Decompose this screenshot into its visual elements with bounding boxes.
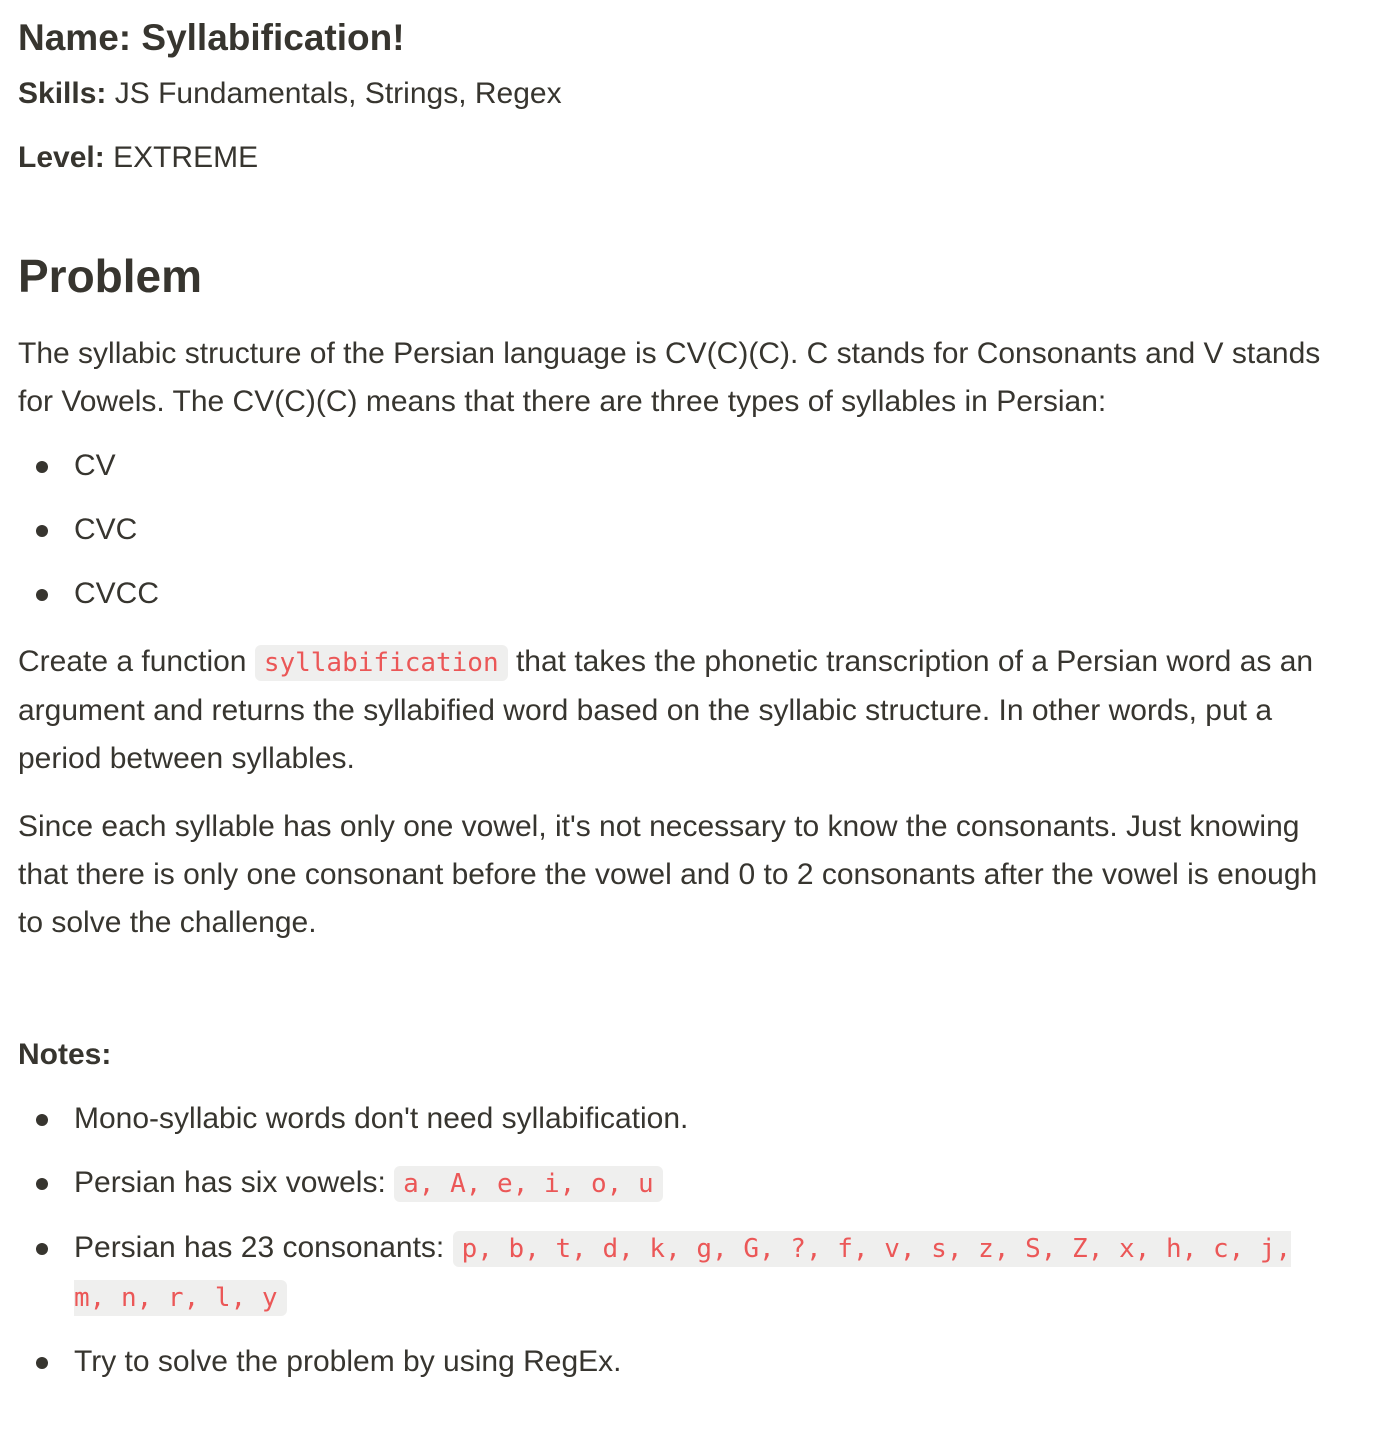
- list-item: CVC: [18, 506, 1330, 554]
- level-value: EXTREME: [113, 141, 259, 174]
- skills-line: Skills: JS Fundamentals, Strings, Regex: [18, 70, 1330, 118]
- document: Name: Syllabification! Skills: JS Fundam…: [0, 0, 1376, 1386]
- skills-label: Skills:: [18, 77, 107, 110]
- task-paragraph: Create a function syllabification that t…: [18, 638, 1330, 783]
- bullet-icon: [36, 1114, 48, 1126]
- notes-list: Mono-syllabic words don't need syllabifi…: [18, 1095, 1330, 1386]
- problem-heading: Problem: [18, 250, 203, 302]
- bullet-icon: [36, 1357, 48, 1369]
- bullet-icon: [36, 525, 48, 537]
- bullet-icon: [36, 1178, 48, 1190]
- skills-value: JS Fundamentals, Strings, Regex: [114, 77, 562, 110]
- bullet-icon: [36, 589, 48, 601]
- list-item: CVCC: [18, 570, 1330, 618]
- list-item: Persian has six vowels: a, A, e, i, o, u: [18, 1159, 1330, 1208]
- note-text: Persian has 23 consonants:: [74, 1231, 453, 1264]
- syllable-type: CV: [74, 449, 116, 482]
- hint-paragraph: Since each syllable has only one vowel, …: [18, 810, 1318, 939]
- notes-heading: Notes:: [18, 1038, 112, 1071]
- level-label: Level:: [18, 141, 105, 174]
- challenge-title: Name: Syllabification!: [18, 0, 1330, 62]
- bullet-icon: [36, 1243, 48, 1255]
- level-line: Level: EXTREME: [18, 134, 1330, 182]
- note-text: Persian has six vowels:: [74, 1166, 395, 1199]
- note-text: Mono-syllabic words don't need syllabifi…: [74, 1102, 689, 1135]
- list-item: Persian has 23 consonants: p, b, t, d, k…: [18, 1224, 1330, 1322]
- vowels-code: a, A, e, i, o, u: [394, 1166, 663, 1202]
- syllable-type: CVC: [74, 513, 138, 546]
- list-item: Try to solve the problem by using RegEx.: [18, 1338, 1330, 1386]
- problem-intro: The syllabic structure of the Persian la…: [18, 337, 1321, 418]
- name-value: Syllabification!: [141, 17, 405, 58]
- syllable-types-list: CV CVC CVCC: [18, 442, 1330, 618]
- list-item: CV: [18, 442, 1330, 490]
- task-text-before: Create a function: [18, 645, 255, 678]
- name-label: Name:: [18, 17, 132, 58]
- bullet-icon: [36, 461, 48, 473]
- list-item: Mono-syllabic words don't need syllabifi…: [18, 1095, 1330, 1143]
- syllable-type: CVCC: [74, 577, 160, 610]
- function-name-code: syllabification: [254, 645, 508, 681]
- note-text: Try to solve the problem by using RegEx.: [74, 1345, 622, 1378]
